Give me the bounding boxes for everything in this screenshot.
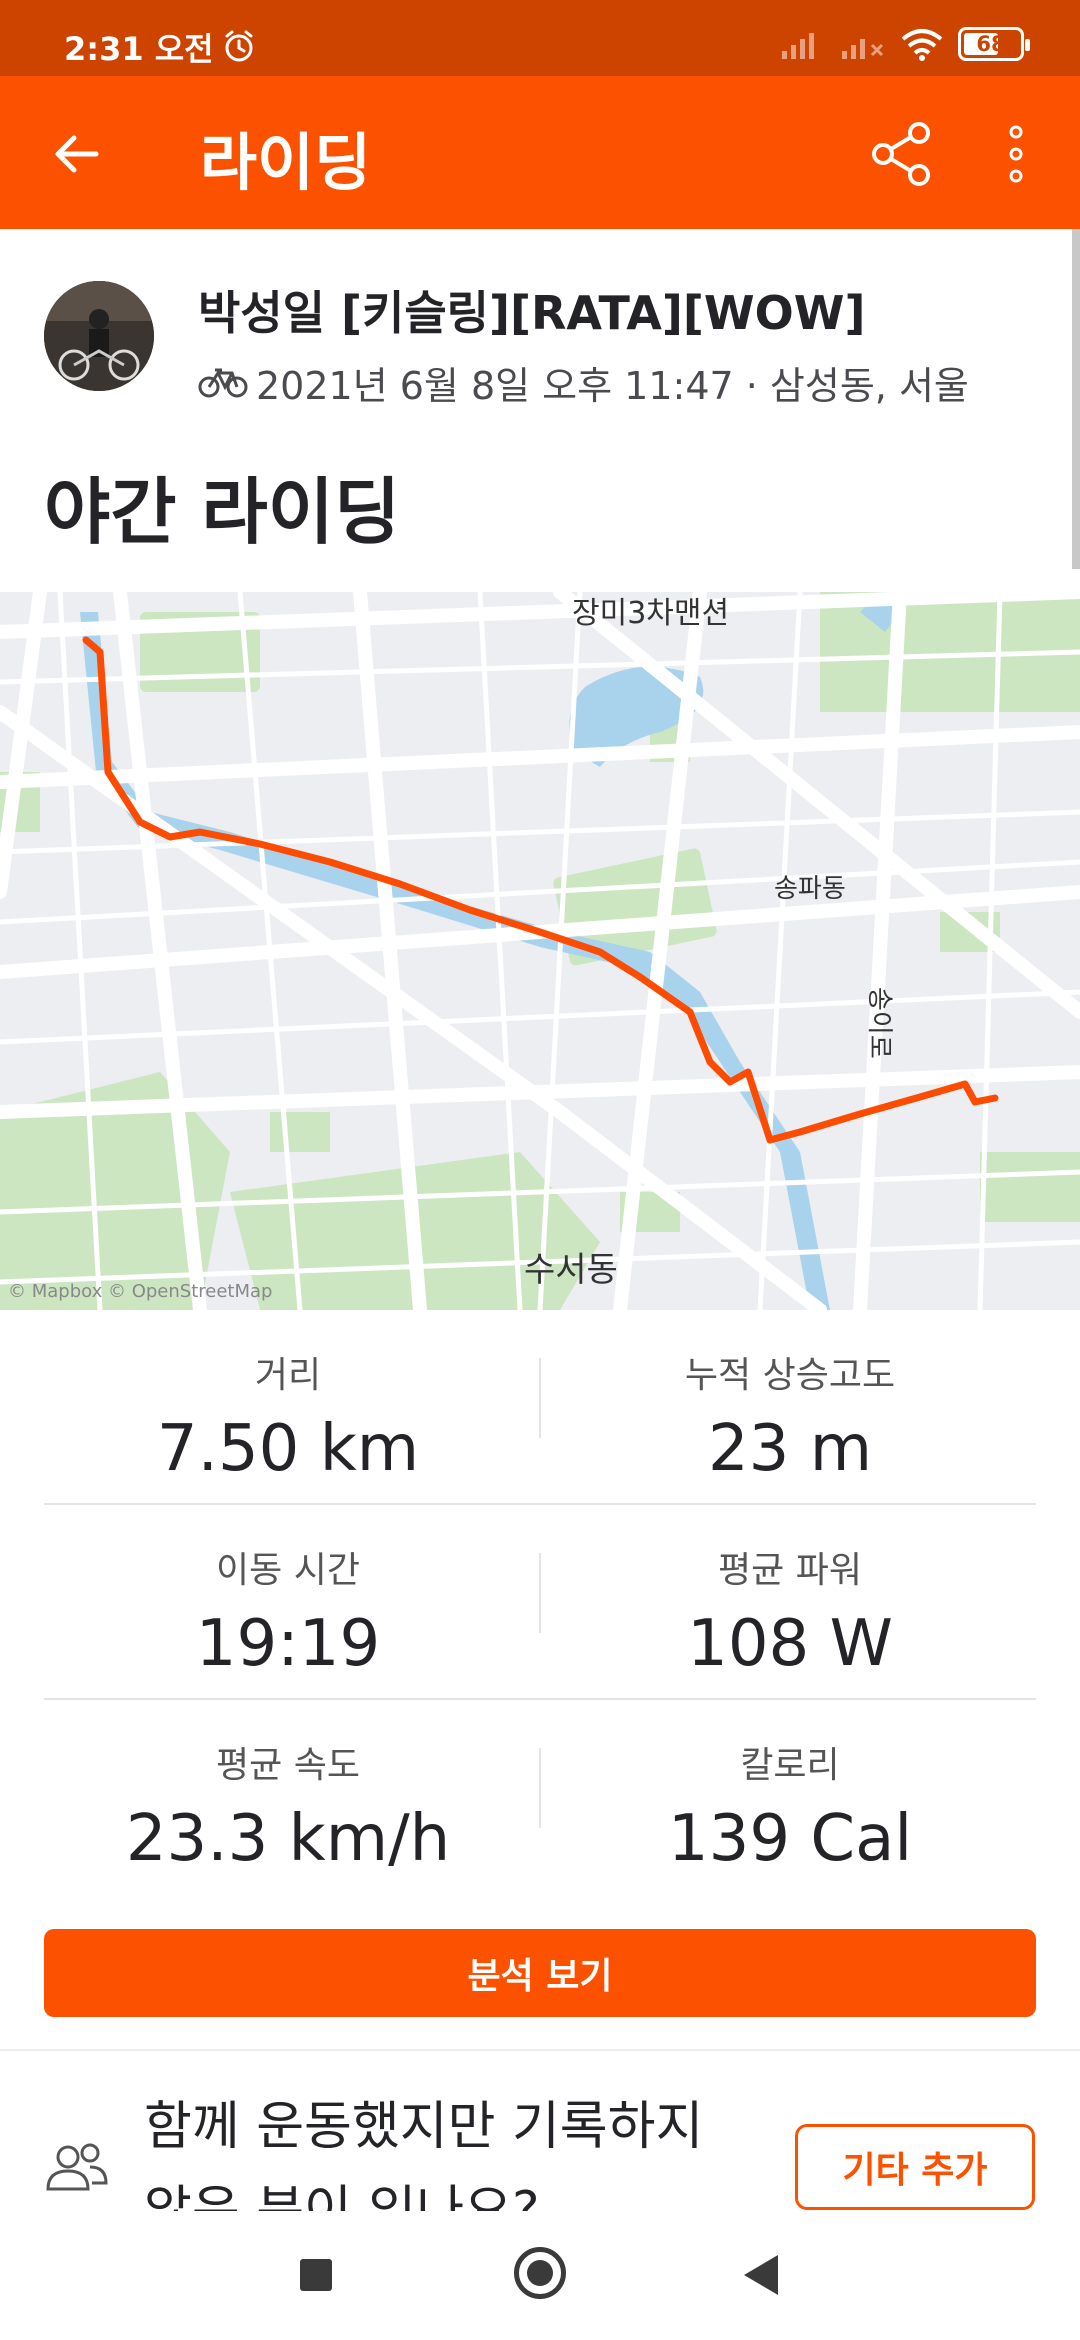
- map-label-top: 장미3차맨션: [572, 596, 730, 631]
- stats-row: 평균 속도 23.3 km/h 칼로리 139 Cal: [0, 1700, 1080, 1895]
- stats-row: 이동 시간 19:19 평균 파워 108 W: [0, 1505, 1080, 1700]
- stat-label: 누적 상승고도: [684, 1355, 896, 1396]
- alarm-icon: [225, 30, 253, 62]
- analyze-button[interactable]: 분석 보기: [44, 1929, 1036, 2017]
- stat-calories: 칼로리 139 Cal: [520, 1700, 1060, 1876]
- avatar-image: [44, 281, 154, 391]
- stat-elevation: 누적 상승고도 23 m: [520, 1310, 1060, 1486]
- map-canvas: [0, 592, 1080, 1310]
- page-title: 라이딩: [200, 126, 372, 199]
- people-icon: [46, 2143, 108, 2191]
- stat-label: 평균 파워: [718, 1550, 862, 1591]
- avatar[interactable]: [44, 281, 154, 391]
- more-vert-icon: [1009, 125, 1023, 183]
- stat-moving-time: 이동 시간 19:19: [18, 1505, 558, 1681]
- stat-label: 이동 시간: [216, 1550, 360, 1591]
- map-attribution[interactable]: © Mapbox © OpenStreetMap: [8, 1281, 272, 1302]
- stat-label: 거리: [254, 1355, 322, 1396]
- stat-label: 평균 속도: [216, 1745, 360, 1786]
- back-arrow-icon: [55, 135, 99, 173]
- stats-row: 거리 7.50 km 누적 상승고도 23 m: [0, 1310, 1080, 1505]
- map-label-songpa: 송파동: [774, 874, 846, 904]
- share-button[interactable]: [864, 116, 940, 192]
- stat-value: 19:19: [195, 1607, 381, 1681]
- map-label-suseo: 수서동: [524, 1250, 618, 1290]
- stat-value: 139 Cal: [667, 1802, 913, 1876]
- stat-value: 23.3 km/h: [125, 1802, 451, 1876]
- stat-value: 7.50 km: [156, 1412, 420, 1486]
- stat-avg-power: 평균 파워 108 W: [520, 1505, 1060, 1681]
- stat-distance: 거리 7.50 km: [18, 1310, 558, 1486]
- activity-date-location: 2021년 6월 8일 오후 11:47 · 삼성동, 서울: [256, 364, 969, 408]
- athlete-name[interactable]: 박성일 [키슬링][RATA][WOW]: [198, 277, 866, 343]
- status-bar: 2:31 오전 68: [0, 0, 1080, 76]
- app-bar: 라이딩: [0, 76, 1080, 229]
- system-nav-bar: [0, 2211, 1080, 2340]
- bike-icon: [198, 368, 248, 397]
- more-options-button[interactable]: [986, 116, 1046, 192]
- route-map[interactable]: 장미3차맨션 송파동 송이로 수서동 © Mapbox © OpenStreet…: [0, 592, 1080, 1310]
- back-button[interactable]: [38, 116, 114, 192]
- scroll-indicator: [1072, 229, 1080, 569]
- home-icon[interactable]: [514, 2247, 566, 2299]
- stat-label: 칼로리: [740, 1745, 840, 1786]
- battery-icon: 68: [958, 27, 1030, 61]
- stats-grid: 거리 7.50 km 누적 상승고도 23 m 이동 시간 19:19 평균 파…: [0, 1310, 1080, 1895]
- map-label-road: 송이로: [864, 987, 894, 1059]
- activity-title: 야간 라이딩: [44, 470, 401, 554]
- stat-avg-speed: 평균 속도 23.3 km/h: [18, 1700, 558, 1876]
- share-icon: [872, 122, 930, 186]
- recents-icon[interactable]: [300, 2259, 332, 2291]
- wifi-icon: [901, 29, 943, 61]
- signal-icon: [782, 33, 814, 59]
- stat-value: 23 m: [707, 1412, 873, 1486]
- battery-level: 68: [976, 32, 1006, 56]
- invite-text: 함께 운동했지만 기록하지 않은 분이 있나요?: [144, 2097, 704, 2211]
- status-time: 2:31 오전: [64, 30, 214, 68]
- status-icons: 68: [780, 26, 1030, 62]
- signal-icon-2: [842, 39, 884, 59]
- nav-back-icon[interactable]: [744, 2255, 778, 2295]
- activity-header: 박성일 [키슬링][RATA][WOW] 2021년 6월 8일 오후 11:4…: [0, 229, 1080, 592]
- add-others-button[interactable]: 기타 추가: [795, 2124, 1035, 2210]
- activity-meta: 2021년 6월 8일 오후 11:47 · 삼성동, 서울: [198, 355, 969, 410]
- stat-value: 108 W: [687, 1607, 893, 1681]
- invite-section: 함께 운동했지만 기록하지 않은 분이 있나요? 기타 추가: [0, 2051, 1080, 2211]
